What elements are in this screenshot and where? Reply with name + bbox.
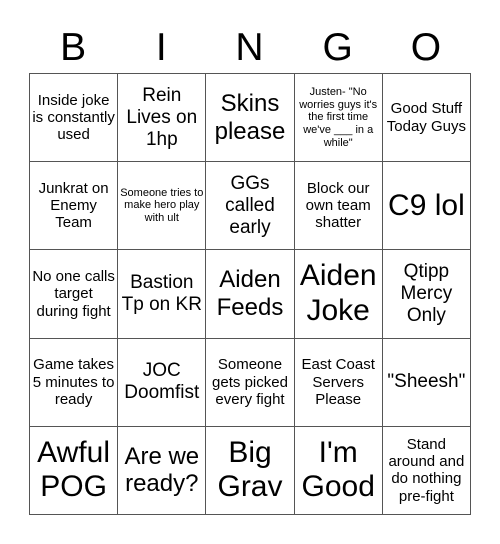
- bingo-header: B I N G O: [29, 26, 470, 70]
- bingo-cell[interactable]: Bastion Tp on KR: [118, 250, 207, 339]
- header-letter-g: G: [322, 26, 353, 69]
- bingo-cell[interactable]: Someone tries to make hero play with ult: [118, 162, 207, 251]
- bingo-cell[interactable]: Junkrat on Enemy Team: [30, 162, 119, 251]
- bingo-cell[interactable]: Are we ready?: [118, 426, 207, 515]
- bingo-cell[interactable]: Someone gets picked every fight: [206, 338, 295, 427]
- bingo-cell[interactable]: Game takes 5 minutes to ready: [30, 338, 119, 427]
- bingo-cell[interactable]: "Sheesh": [382, 338, 471, 427]
- bingo-cell[interactable]: I'm Good: [294, 426, 383, 515]
- bingo-cell[interactable]: No one calls target during fight: [30, 250, 119, 339]
- header-letter-i: I: [155, 26, 167, 69]
- bingo-cell[interactable]: Stand around and do nothing pre-fight: [382, 426, 471, 515]
- bingo-cell[interactable]: Block our own team shatter: [294, 162, 383, 251]
- bingo-cell[interactable]: Big Grav: [206, 426, 295, 515]
- bingo-cell[interactable]: East Coast Servers Please: [294, 338, 383, 427]
- header-letter-n: N: [235, 26, 264, 69]
- header-letter-b: B: [60, 26, 87, 69]
- bingo-cell[interactable]: Awful POG: [30, 426, 119, 515]
- bingo-cell[interactable]: Aiden Joke: [294, 250, 383, 339]
- bingo-cell[interactable]: Justen- "No worries guys it's the first …: [294, 74, 383, 163]
- bingo-cell[interactable]: Inside joke is constantly used: [30, 74, 119, 163]
- bingo-cell[interactable]: Aiden Feeds: [206, 250, 295, 339]
- bingo-cell[interactable]: Good Stuff Today Guys: [382, 74, 471, 163]
- bingo-cell[interactable]: JOC Doomfist: [118, 338, 207, 427]
- bingo-cell[interactable]: Rein Lives on 1hp: [118, 74, 207, 163]
- bingo-grid: Inside joke is constantly used Rein Live…: [29, 73, 471, 515]
- bingo-cell[interactable]: GGs called early: [206, 162, 295, 251]
- bingo-cell[interactable]: Qtipp Mercy Only: [382, 250, 471, 339]
- header-letter-o: O: [410, 26, 442, 69]
- bingo-cell[interactable]: C9 lol: [382, 162, 471, 251]
- bingo-cell[interactable]: Skins please: [206, 74, 295, 163]
